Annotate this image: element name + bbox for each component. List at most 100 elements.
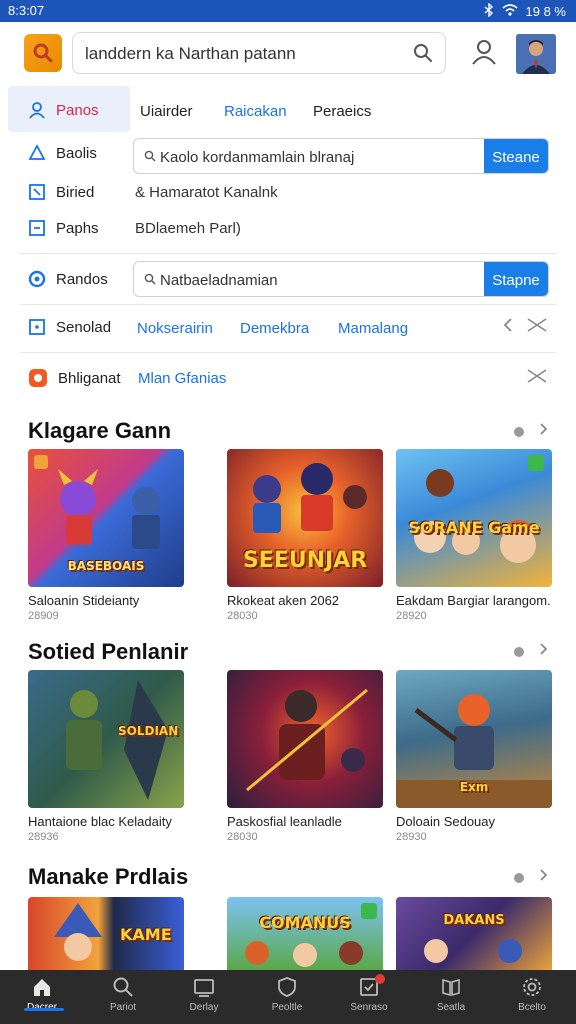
search-icon (144, 272, 156, 290)
search-icon (113, 977, 133, 997)
game-thumbnail: COMANUS (227, 897, 383, 970)
link-mamalang[interactable]: Mamalang (338, 320, 408, 337)
game-meta: 28936 (28, 831, 59, 843)
game-card[interactable]: Paskosfial leanladle 28030 (227, 670, 383, 843)
divider (20, 304, 556, 305)
page-dot[interactable] (514, 872, 524, 883)
app-logo[interactable] (24, 34, 62, 72)
game-art-icon (66, 680, 168, 800)
game-card[interactable]: SORANE Game Eakdam Bargiar larangom. 289… (396, 449, 552, 622)
bottom-nav-label: Bcelto (518, 1002, 546, 1013)
filter-text-1: & Hamaratot Kanalnk (135, 184, 278, 201)
chevron-right-icon[interactable] (538, 642, 548, 661)
sidebar-item-label: Baolis (56, 144, 97, 162)
logo-search-icon (33, 43, 53, 63)
bluetooth-icon (484, 2, 494, 20)
game-art-title: BASEBOAIS (67, 559, 145, 573)
sidebar-item-randos[interactable]: Randos (28, 270, 108, 288)
game-art-icon (424, 939, 522, 963)
tab-peraeics[interactable]: Peraeics (313, 103, 371, 120)
sidebar-item-bhliganat[interactable]: Bhliganat (28, 368, 121, 388)
filter-search-2-input[interactable] (160, 270, 480, 290)
active-indicator (24, 1008, 64, 1011)
close-icon[interactable] (526, 317, 548, 338)
bottom-nav: Dacrer Pariot Derlay Peoltle Senraso Sea… (0, 970, 576, 1024)
game-thumbnail: SORANE Game (396, 449, 552, 587)
game-meta: 28030 (227, 610, 258, 622)
bottom-nav-item-home[interactable]: Dacrer (12, 976, 72, 1013)
home-icon (34, 979, 50, 996)
filter-search-1-button[interactable]: Steane (484, 139, 548, 173)
status-icons: 19 8 % (484, 2, 566, 20)
sidebar-item-paphs[interactable]: Paphs (28, 219, 99, 237)
section-controls (514, 868, 548, 887)
game-title: Paskosfial leanladle (227, 814, 342, 829)
bottom-nav-item-settings[interactable]: Bcelto (502, 976, 562, 1013)
sidebar-item-panos[interactable]: Panos (28, 101, 99, 119)
shield-icon (278, 977, 296, 997)
section-title: Sotied Penlanir (28, 639, 189, 664)
game-thumbnail: BASEBOAIS (28, 449, 184, 587)
game-card[interactable]: Exm Doloain Sedouay 28930 (396, 670, 552, 843)
sidebar-item-label: Senolad (56, 318, 112, 336)
person-icon (29, 102, 45, 119)
bottom-nav-label: Senraso (350, 1002, 388, 1013)
orange-badge-icon (29, 369, 47, 387)
link-nokserairin[interactable]: Nokserairin (137, 320, 213, 337)
sidebar-item-senolad[interactable]: Senolad (28, 318, 111, 336)
chevron-left-icon[interactable] (502, 317, 514, 338)
bottom-nav-item-library[interactable]: Seatla (421, 976, 481, 1013)
battery-text: 19 8 % (525, 4, 566, 19)
game-card[interactable]: KAME (28, 897, 184, 970)
sidebar-item-label: Paphs (56, 219, 99, 237)
filter-search-2: Stapne (133, 261, 549, 297)
sidebar-item-label: Biried (56, 183, 95, 201)
page-dot[interactable] (514, 426, 524, 437)
square-dot-icon (29, 319, 45, 335)
bottom-nav-item-search[interactable]: Pariot (93, 976, 153, 1013)
search-icon[interactable] (413, 43, 433, 68)
game-meta: 28930 (396, 831, 427, 843)
bottom-nav-label: Pariot (109, 1002, 137, 1013)
chevron-right-icon[interactable] (538, 422, 548, 441)
user-icon (472, 40, 496, 65)
game-title: Rkokeat aken 2062 (227, 593, 340, 608)
game-card[interactable]: COMANUS (227, 897, 383, 970)
link-demekbra[interactable]: Demekbra (240, 320, 309, 337)
bottom-nav-item-display[interactable]: Derlay (174, 976, 234, 1013)
tab-raicakan[interactable]: Raicakan (224, 103, 287, 120)
bottom-nav-label: Derlay (189, 1002, 219, 1013)
bottom-nav-item-people[interactable]: Peoltle (257, 976, 317, 1013)
book-icon (442, 978, 460, 997)
game-card[interactable]: SOLDIAN Hantaione blac Keladaity 28936 (28, 670, 184, 843)
sidebar-item-baolis[interactable]: Baolis (28, 144, 97, 162)
sidebar-item-label: Bhliganat (58, 369, 121, 387)
filter-search-2-button[interactable]: Stapne (484, 262, 548, 296)
game-card[interactable]: DAKANS (396, 897, 552, 970)
circle-icon (28, 270, 46, 288)
filter-search-1: Steane (133, 138, 549, 174)
game-title: Doloain Sedouay (396, 814, 496, 829)
link-mlan-gfanias[interactable]: Mlan Gfanias (138, 370, 226, 387)
tab-uiairder[interactable]: Uiairder (140, 103, 193, 120)
game-card[interactable]: SEEUNJAR Rkokeat aken 2062 28030 (227, 449, 383, 622)
game-thumbnail: SOLDIAN (28, 670, 184, 808)
bottom-nav-label: Peoltle (271, 1002, 303, 1013)
section-controls (514, 642, 548, 661)
minus-square-icon (29, 220, 45, 236)
page-dot[interactable] (514, 646, 524, 657)
avatar[interactable] (516, 34, 556, 74)
game-card[interactable]: BASEBOAIS Saloanin Stideianty 28909 (28, 449, 184, 622)
game-art-title: SOLDIAN (118, 724, 179, 738)
filter-search-1-input[interactable] (160, 147, 480, 167)
chevron-right-icon[interactable] (538, 868, 548, 887)
sidebar-item-label: Randos (56, 270, 108, 288)
main-search-input[interactable] (85, 42, 405, 66)
close-icon[interactable] (526, 368, 548, 389)
tabs-row: Panos Uiairder Raicakan Peraeics (0, 86, 576, 132)
sidebar-item-biried[interactable]: Biried (28, 183, 94, 201)
section-title: Manake Prdlais (28, 864, 189, 889)
game-title: Saloanin Stideianty (28, 593, 140, 608)
profile-button[interactable] (468, 36, 500, 68)
bottom-nav-item-tasks[interactable]: Senraso (339, 974, 399, 1013)
